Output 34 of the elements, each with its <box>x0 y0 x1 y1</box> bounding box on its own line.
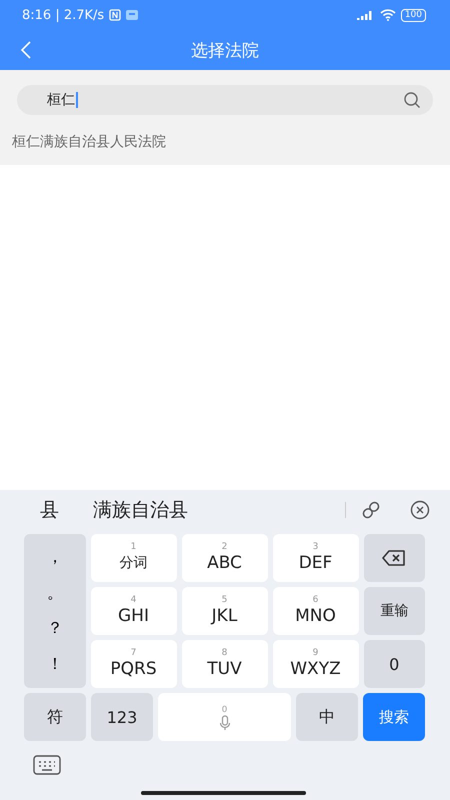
letter-key[interactable]: 9 WXYZ <box>272 640 358 688</box>
letter-key[interactable]: 6 MNO <box>272 587 358 635</box>
wifi-icon <box>380 9 396 21</box>
back-icon[interactable] <box>20 41 32 59</box>
app-notification-icon <box>126 10 138 20</box>
letter-key[interactable]: 1 分词 <box>90 534 176 582</box>
status-time: 8:16 | 2.7K/s <box>22 8 104 22</box>
letter-key[interactable]: 2 ABC <box>182 534 268 582</box>
battery-indicator: 100 <box>400 8 426 22</box>
candidate-word[interactable]: 满族自治县 <box>93 497 188 523</box>
letter-key[interactable]: 3 DEF <box>272 534 358 582</box>
keyboard-key[interactable]: 中 <box>296 693 358 741</box>
search-field[interactable]: 桓仁 <box>17 85 433 115</box>
backspace-icon <box>382 550 406 566</box>
search-key[interactable]: 搜索 <box>363 693 425 741</box>
page-title: 选择法院 <box>191 40 259 62</box>
letter-key[interactable]: 4 GHI <box>90 587 176 635</box>
nfc-icon <box>109 9 122 21</box>
microphone-icon <box>218 714 230 730</box>
keyboard-icon[interactable] <box>33 755 61 775</box>
punctuation-key[interactable]: ， 。 ？ ！ <box>24 534 86 688</box>
candidate-word[interactable]: 县 <box>40 497 59 523</box>
keyboard-key[interactable]: 重输 <box>364 587 425 635</box>
court-result-item[interactable]: 桓仁满族自治县人民法院 <box>0 115 433 165</box>
search-icon[interactable] <box>403 91 421 109</box>
letter-key[interactable]: 5 JKL <box>182 587 268 635</box>
keyboard-key[interactable]: 123 <box>91 693 153 741</box>
link-icon[interactable] <box>360 499 382 521</box>
letter-key[interactable]: 8 TUV <box>182 640 268 688</box>
backspace-key[interactable] <box>364 534 425 582</box>
close-icon[interactable] <box>410 500 430 520</box>
keyboard-key[interactable]: 符 <box>24 693 86 741</box>
keyboard-key[interactable]: 0 <box>364 640 425 688</box>
letter-key[interactable]: 7 PQRS <box>90 640 176 688</box>
